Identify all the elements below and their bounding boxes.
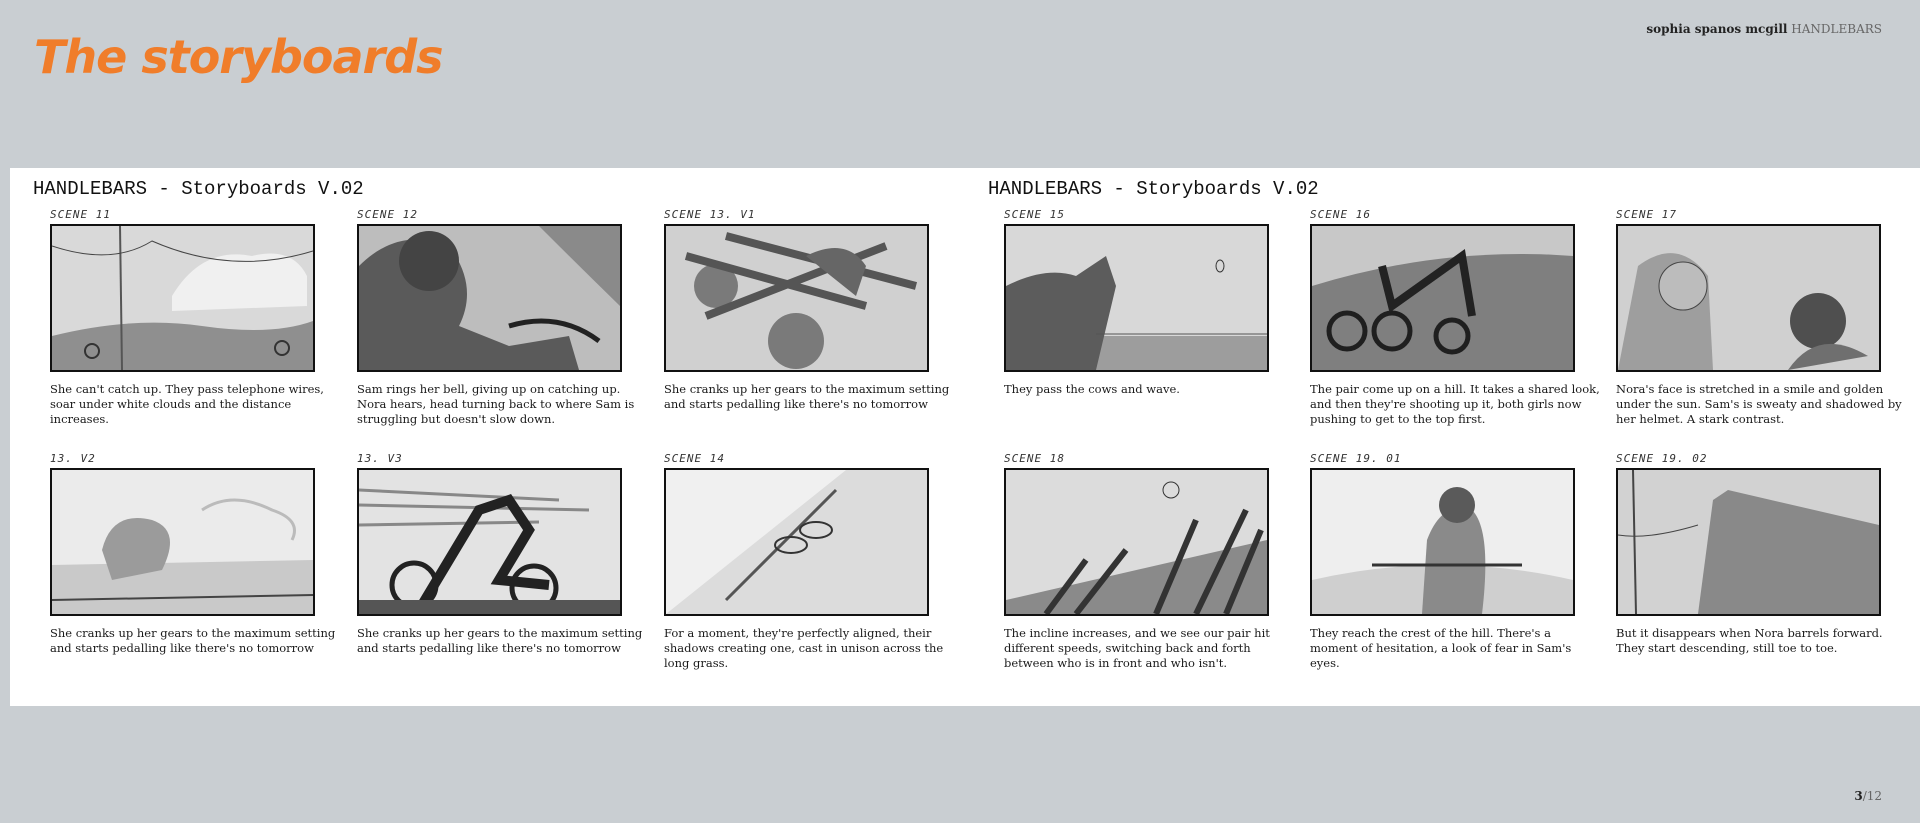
panel-caption: They reach the crest of the hill. There'… xyxy=(1310,626,1572,670)
storyboard-sheet: HANDLEBARS - Storyboards V.02 SCENE 11 S… xyxy=(10,168,1920,706)
sketch-image xyxy=(666,226,927,370)
sketch-image xyxy=(1006,226,1267,370)
scene-label: SCENE 15 xyxy=(1004,208,1065,221)
scene-label: SCENE 11 xyxy=(50,208,111,221)
panel-scene-19-02: SCENE 19. 02 But it disappears when Nora… xyxy=(1616,452,1883,656)
panel-scene-19-01: SCENE 19. 01 They reach the crest of the… xyxy=(1310,452,1575,671)
panel-scene-13-v2: 13. V2 She cranks up her gears to the ma… xyxy=(50,452,335,656)
sketch-frame xyxy=(664,224,929,372)
author-name: sophia spanos mcgill xyxy=(1646,22,1788,36)
sketch-image xyxy=(1006,470,1267,614)
sketch-image xyxy=(1618,226,1879,370)
page-number: 3/12 xyxy=(1854,789,1882,803)
panel-caption: The pair come up on a hill. It takes a s… xyxy=(1310,382,1600,426)
scene-label: 13. V3 xyxy=(357,452,403,465)
sketch-image xyxy=(359,226,620,370)
sketch-image xyxy=(1312,470,1573,614)
sketch-frame xyxy=(1310,468,1575,616)
scene-label: SCENE 19. 02 xyxy=(1616,452,1708,465)
panel-scene-18: SCENE 18 The incline increases, and we s… xyxy=(1004,452,1270,671)
panel-scene-11: SCENE 11 She can't catch up. They pass t… xyxy=(50,208,324,427)
panel-scene-13-v1: SCENE 13. V1 She cranks up her gears to … xyxy=(664,208,949,412)
sketch-frame xyxy=(357,468,622,616)
sketch-frame xyxy=(50,468,315,616)
panel-scene-12: SCENE 12 Sam rings her bell, giving up o… xyxy=(357,208,634,427)
scene-label: SCENE 19. 01 xyxy=(1310,452,1402,465)
board-title-1: HANDLEBARS - Storyboards V.02 xyxy=(33,178,364,200)
scene-label: SCENE 14 xyxy=(664,452,725,465)
credit-line: sophia spanos mcgill HANDLEBARS xyxy=(1646,22,1882,36)
sketch-frame xyxy=(50,224,315,372)
sketch-image xyxy=(52,226,313,370)
panel-scene-16: SCENE 16 The pair come up on a hill. It … xyxy=(1310,208,1600,427)
panel-caption: But it disappears when Nora barrels forw… xyxy=(1616,626,1883,655)
panel-caption: They pass the cows and wave. xyxy=(1004,382,1180,396)
sketch-image xyxy=(1312,226,1573,370)
sketch-image xyxy=(52,470,313,614)
board-title-2: HANDLEBARS - Storyboards V.02 xyxy=(988,178,1319,200)
panel-caption: She can't catch up. They pass telephone … xyxy=(50,382,324,426)
sketch-frame xyxy=(1004,468,1269,616)
sketch-frame xyxy=(1616,224,1881,372)
panel-caption: Sam rings her bell, giving up on catchin… xyxy=(357,382,635,426)
scene-label: 13. V2 xyxy=(50,452,96,465)
panel-scene-17: SCENE 17 Nora's face is stretched in a s… xyxy=(1616,208,1902,427)
scene-label: SCENE 18 xyxy=(1004,452,1065,465)
panel-scene-14: SCENE 14 For a moment, they're perfectly… xyxy=(664,452,943,671)
panel-caption: For a moment, they're perfectly aligned,… xyxy=(664,626,944,670)
panel-scene-15: SCENE 15 They pass the cows and wave. xyxy=(1004,208,1269,397)
project-name: HANDLEBARS xyxy=(1791,22,1882,36)
sketch-frame xyxy=(357,224,622,372)
panel-caption: The incline increases, and we see our pa… xyxy=(1004,626,1270,670)
scene-label: SCENE 16 xyxy=(1310,208,1371,221)
panel-caption: She cranks up her gears to the maximum s… xyxy=(357,626,643,655)
panel-caption: Nora's face is stretched in a smile and … xyxy=(1616,382,1902,426)
panel-caption: She cranks up her gears to the maximum s… xyxy=(50,626,336,655)
page-title: The storyboards xyxy=(34,30,444,84)
sketch-frame xyxy=(1004,224,1269,372)
sketch-frame xyxy=(1616,468,1881,616)
panel-caption: She cranks up her gears to the maximum s… xyxy=(664,382,950,411)
sketch-image xyxy=(359,470,620,614)
panel-scene-13-v3: 13. V3 She cranks up her gears to the ma… xyxy=(357,452,642,656)
total-pages: /12 xyxy=(1862,789,1882,803)
current-page: 3 xyxy=(1854,789,1863,803)
scene-label: SCENE 13. V1 xyxy=(664,208,756,221)
sketch-image xyxy=(666,470,927,614)
sketch-image xyxy=(1618,470,1879,614)
sketch-frame xyxy=(664,468,929,616)
scene-label: SCENE 17 xyxy=(1616,208,1677,221)
sketch-frame xyxy=(1310,224,1575,372)
scene-label: SCENE 12 xyxy=(357,208,418,221)
